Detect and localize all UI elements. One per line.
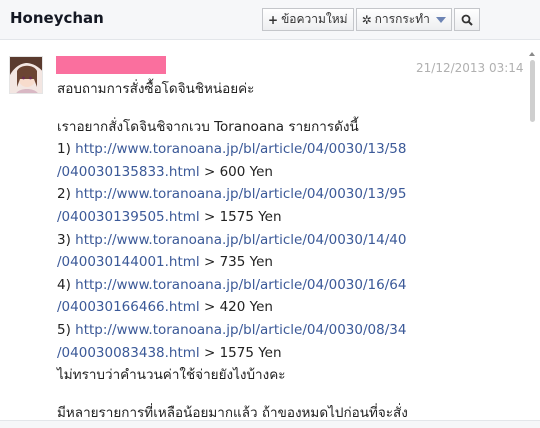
order-item-1-cont: /040030135833.html > 600 Yen bbox=[57, 161, 522, 184]
order-item-2: 2) http://www.toranoana.jp/bl/article/04… bbox=[57, 186, 407, 203]
item-link[interactable]: http://www.toranoana.jp/bl/article/04/00… bbox=[75, 277, 406, 293]
item-link[interactable]: http://www.toranoana.jp/bl/article/04/00… bbox=[75, 322, 406, 338]
message-intro: เราอยากสั่งโดจินชิจากเวบ Toranoana รายกา… bbox=[57, 118, 359, 135]
item-link[interactable]: http://www.toranoana.jp/bl/article/04/00… bbox=[75, 186, 406, 202]
gear-icon: ✲ bbox=[361, 12, 372, 27]
message-question: ไม่ทราบว่าคำนวนค่าใช้จ่ายยังไงบ้างคะ bbox=[57, 367, 286, 384]
search-button[interactable] bbox=[453, 8, 480, 31]
order-item-3: 3) http://www.toranoana.jp/bl/article/04… bbox=[57, 231, 407, 248]
order-item-1: 1) http://www.toranoana.jp/bl/article/04… bbox=[57, 141, 407, 158]
message-scrollbar[interactable] bbox=[527, 52, 537, 428]
order-item-3-cont: /040030144001.html > 735 Yen bbox=[57, 251, 522, 274]
item-link[interactable]: /040030083438.html bbox=[57, 345, 200, 361]
order-item-4: 4) http://www.toranoana.jp/bl/article/04… bbox=[57, 276, 407, 293]
conversation-title: Honeychan bbox=[10, 9, 104, 27]
search-icon bbox=[461, 14, 473, 26]
chevron-down-icon bbox=[435, 16, 446, 23]
conversation-header: Honeychan + ข้อความใหม่ ✲ การกระทำ bbox=[0, 0, 540, 40]
actions-dropdown-button[interactable]: ✲ การกระทำ bbox=[355, 8, 452, 31]
item-price: > 420 Yen bbox=[203, 299, 273, 316]
new-message-label: ข้อความใหม่ bbox=[281, 12, 348, 26]
message-greeting: สอบถามการสั่งซื้อโดจินชิหน่อยค่ะ bbox=[57, 81, 255, 97]
sender-name-redacted[interactable] bbox=[56, 56, 166, 74]
order-item-5: 5) http://www.toranoana.jp/bl/article/04… bbox=[57, 321, 407, 338]
item-link[interactable]: /040030139505.html bbox=[57, 209, 200, 225]
item-price: > 1575 Yen bbox=[203, 208, 282, 225]
scroll-thumb[interactable] bbox=[530, 60, 535, 122]
scroll-up-arrow-icon[interactable] bbox=[529, 52, 535, 56]
message-body: สอบถามการสั่งซื้อโดจินชิหน่อยค่ะ เราอยาก… bbox=[57, 78, 522, 424]
order-item-2-cont: /040030139505.html > 1575 Yen bbox=[57, 206, 522, 229]
plus-icon: + bbox=[268, 12, 279, 27]
item-link[interactable]: /040030166466.html bbox=[57, 299, 200, 315]
message-timestamp: 21/12/2013 03:14 bbox=[416, 61, 524, 75]
actions-label: การกระทำ bbox=[374, 12, 430, 26]
item-link[interactable]: http://www.toranoana.jp/bl/article/04/00… bbox=[75, 232, 406, 248]
item-price: > 1575 Yen bbox=[203, 344, 282, 361]
reply-area-edge bbox=[0, 420, 540, 428]
item-link[interactable]: http://www.toranoana.jp/bl/article/04/00… bbox=[75, 141, 406, 157]
conversation-toolbar: + ข้อความใหม่ ✲ การกระทำ bbox=[262, 8, 480, 31]
new-message-button[interactable]: + ข้อความใหม่ bbox=[262, 8, 354, 31]
item-link[interactable]: /040030144001.html bbox=[57, 254, 200, 270]
message-item: 21/12/2013 03:14 สอบถามการสั่งซื้อโดจินช… bbox=[0, 40, 527, 428]
avatar[interactable] bbox=[9, 56, 43, 94]
item-price: > 735 Yen bbox=[203, 254, 273, 271]
order-item-5-cont: /040030083438.html > 1575 Yen bbox=[57, 342, 522, 365]
order-item-4-cont: /040030166466.html > 420 Yen bbox=[57, 296, 522, 319]
item-price: > 600 Yen bbox=[203, 163, 273, 180]
item-link[interactable]: /040030135833.html bbox=[57, 164, 200, 180]
